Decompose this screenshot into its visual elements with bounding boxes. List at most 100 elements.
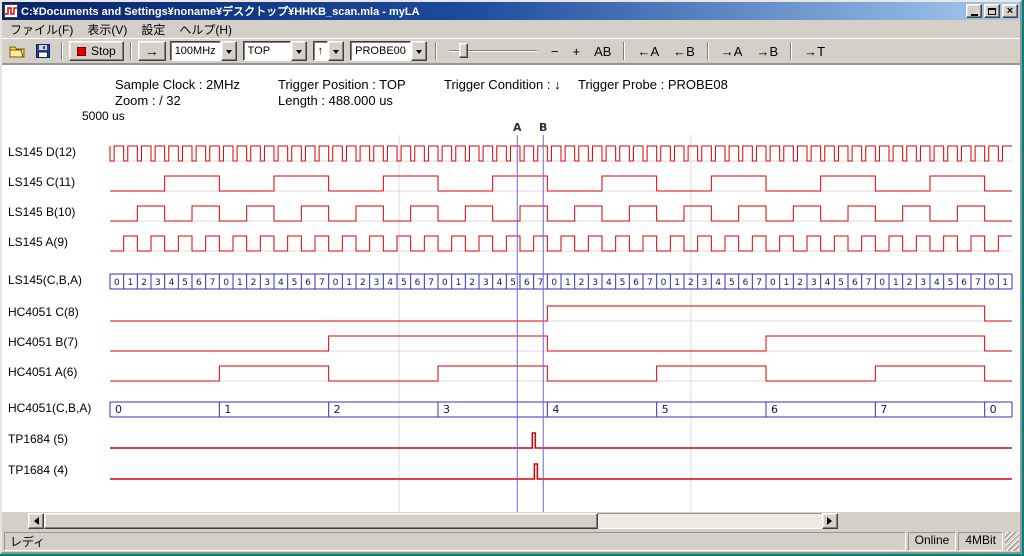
svg-text:1: 1 xyxy=(346,278,352,288)
status-online: Online xyxy=(908,532,957,551)
svg-text:0: 0 xyxy=(442,278,448,288)
svg-text:0: 0 xyxy=(879,278,885,288)
svg-text:A: A xyxy=(513,121,522,134)
svg-text:6: 6 xyxy=(852,278,858,288)
svg-text:2: 2 xyxy=(688,278,694,288)
svg-text:3: 3 xyxy=(264,278,270,288)
run-button[interactable]: → xyxy=(138,41,166,61)
svg-text:1: 1 xyxy=(128,278,134,288)
svg-text:7: 7 xyxy=(538,278,544,288)
sample-clock-value: 100MHz xyxy=(170,41,221,61)
svg-text:B: B xyxy=(539,121,547,134)
svg-text:4: 4 xyxy=(934,278,940,288)
svg-text:7: 7 xyxy=(428,278,434,288)
waveform-plot[interactable]: 0123456701234567012345670123456701234567… xyxy=(2,65,1020,512)
app-icon xyxy=(4,4,18,18)
svg-text:0: 0 xyxy=(990,403,997,416)
chevron-down-icon[interactable] xyxy=(411,41,427,61)
svg-text:4: 4 xyxy=(825,278,831,288)
zoom-slider[interactable] xyxy=(447,41,539,61)
svg-text:3: 3 xyxy=(811,278,817,288)
minimize-button[interactable] xyxy=(966,4,982,18)
scrollbar-track[interactable] xyxy=(598,513,822,529)
svg-text:4: 4 xyxy=(387,278,393,288)
svg-text:7: 7 xyxy=(756,278,762,288)
svg-text:7: 7 xyxy=(210,278,216,288)
zoom-slider-thumb[interactable] xyxy=(459,43,468,58)
goto-marker-b-right-button[interactable]: →B xyxy=(750,41,784,61)
svg-text:0: 0 xyxy=(114,278,120,288)
scroll-right-button[interactable] xyxy=(822,513,838,529)
svg-text:4: 4 xyxy=(606,278,612,288)
svg-text:6: 6 xyxy=(305,278,311,288)
svg-text:0: 0 xyxy=(661,278,667,288)
trigger-edge-select[interactable]: ↑ xyxy=(313,41,345,61)
resize-grip-icon[interactable] xyxy=(1005,532,1019,551)
svg-text:0: 0 xyxy=(770,278,776,288)
svg-text:5: 5 xyxy=(662,403,669,416)
svg-text:3: 3 xyxy=(483,278,489,288)
sample-clock-select[interactable]: 100MHz xyxy=(170,41,237,61)
open-folder-icon xyxy=(9,44,25,58)
goto-marker-b-left-button[interactable]: ←B xyxy=(667,41,701,61)
svg-text:3: 3 xyxy=(374,278,380,288)
svg-text:2: 2 xyxy=(469,278,475,288)
trigger-position-value: TOP xyxy=(243,41,291,61)
svg-text:3: 3 xyxy=(702,278,708,288)
menu-bar: ファイル(F) 表示(V) 設定 ヘルプ(H) xyxy=(2,20,1020,38)
svg-text:7: 7 xyxy=(866,278,872,288)
stop-button-label: Stop xyxy=(91,44,116,58)
toolbar-separator xyxy=(707,42,709,60)
title-bar: C:¥Documents and Settings¥noname¥デスクトップ¥… xyxy=(2,2,1020,20)
menu-view[interactable]: 表示(V) xyxy=(80,20,134,39)
maximize-button[interactable] xyxy=(984,4,1000,18)
svg-text:3: 3 xyxy=(920,278,926,288)
app-window: C:¥Documents and Settings¥noname¥デスクトップ¥… xyxy=(0,0,1022,554)
horizontal-scrollbar[interactable] xyxy=(28,513,838,529)
maximize-icon xyxy=(988,8,996,15)
ab-range-button[interactable]: AB xyxy=(588,41,617,61)
trigger-position-select[interactable]: TOP xyxy=(243,41,307,61)
trigger-probe-select[interactable]: PROBE00 xyxy=(350,41,427,61)
svg-text:4: 4 xyxy=(497,278,503,288)
svg-text:4: 4 xyxy=(552,403,559,416)
status-message: レディ xyxy=(4,532,906,551)
scrollbar-thumb[interactable] xyxy=(44,513,598,529)
save-floppy-icon xyxy=(36,44,50,58)
chevron-down-icon[interactable] xyxy=(328,41,344,61)
svg-text:6: 6 xyxy=(196,278,202,288)
svg-text:2: 2 xyxy=(141,278,147,288)
menu-settings[interactable]: 設定 xyxy=(134,20,172,39)
open-button[interactable] xyxy=(5,41,29,61)
svg-text:1: 1 xyxy=(1002,278,1008,288)
chevron-down-icon[interactable] xyxy=(291,41,307,61)
zoom-out-button[interactable]: − xyxy=(545,41,565,61)
svg-text:5: 5 xyxy=(620,278,626,288)
svg-text:3: 3 xyxy=(155,278,161,288)
trigger-probe-value: PROBE00 xyxy=(350,41,411,61)
zoom-in-button[interactable]: + xyxy=(567,41,587,61)
scroll-left-button[interactable] xyxy=(28,513,44,529)
svg-text:1: 1 xyxy=(224,403,231,416)
svg-text:2: 2 xyxy=(360,278,366,288)
minimize-icon xyxy=(971,14,978,16)
svg-text:0: 0 xyxy=(989,278,995,288)
svg-text:7: 7 xyxy=(975,278,981,288)
stop-button[interactable]: Stop xyxy=(69,41,124,61)
menu-file[interactable]: ファイル(F) xyxy=(3,20,80,39)
close-button[interactable]: × xyxy=(1002,4,1018,18)
svg-text:6: 6 xyxy=(524,278,530,288)
chevron-down-icon[interactable] xyxy=(221,41,237,61)
svg-text:5: 5 xyxy=(292,278,298,288)
window-controls: × xyxy=(966,4,1018,18)
svg-text:6: 6 xyxy=(743,278,749,288)
svg-text:0: 0 xyxy=(223,278,229,288)
goto-marker-a-left-button[interactable]: ←A xyxy=(631,41,665,61)
scrollbar-row xyxy=(2,512,1020,530)
menu-help[interactable]: ヘルプ(H) xyxy=(172,20,239,39)
goto-marker-a-right-button[interactable]: →A xyxy=(715,41,749,61)
save-button[interactable] xyxy=(31,41,55,61)
svg-text:5: 5 xyxy=(729,278,735,288)
svg-text:1: 1 xyxy=(893,278,899,288)
goto-trigger-button[interactable]: →T xyxy=(798,41,831,61)
